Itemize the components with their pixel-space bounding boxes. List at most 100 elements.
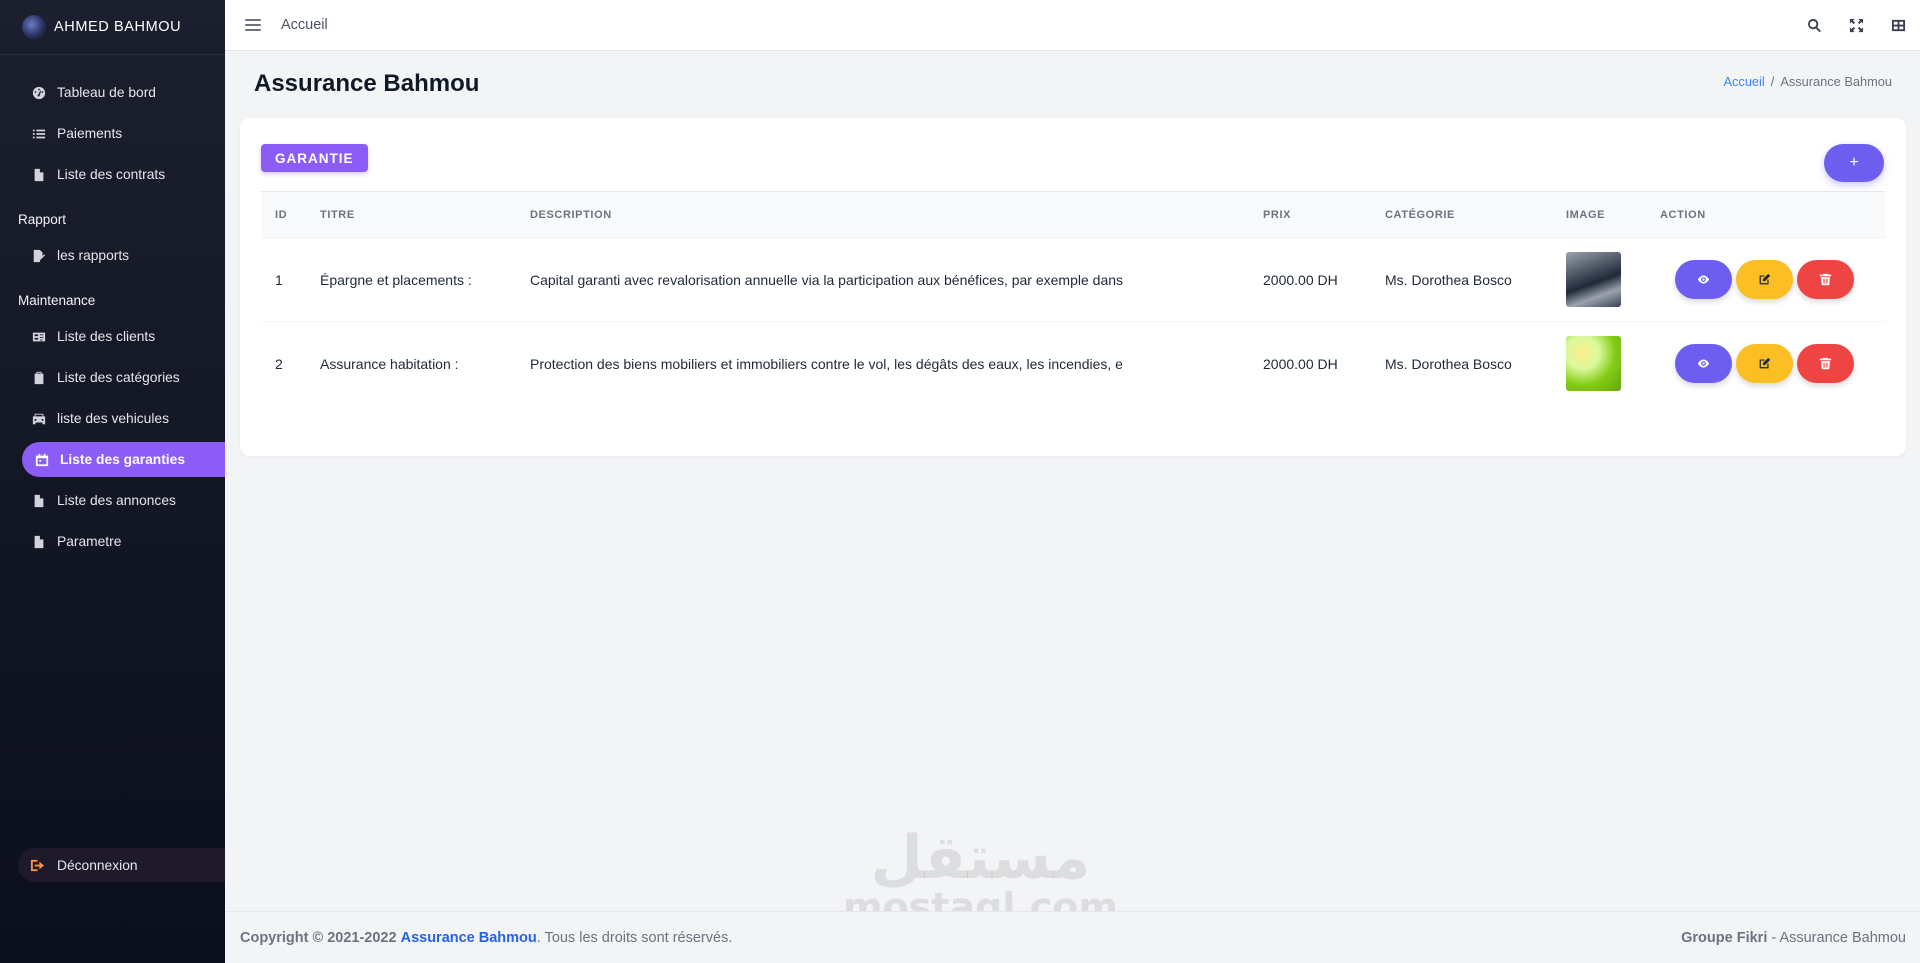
table-row: 2 Assurance habitation : Protection des … [261,322,1885,406]
view-button[interactable] [1675,344,1732,384]
footer: Copyright © 2021-2022 Assurance Bahmou. … [225,911,1920,963]
topbar-home-link[interactable]: Accueil [281,17,328,33]
sidebar-item-rapports[interactable]: les rapports [0,235,225,276]
eye-icon [1697,275,1710,284]
cell-titre: Assurance habitation : [320,355,459,372]
clipboard-icon [31,370,47,386]
garanties-table: ID TITRE DESCRIPTION PRIX CATÉGORIE IMAG… [261,191,1885,406]
cell-image [1552,237,1646,322]
topbar-actions [1804,0,1908,51]
column-header-description[interactable]: DESCRIPTION [516,191,1249,238]
cell-actions [1646,237,1885,322]
sidebar-item-label: Liste des catégories [57,370,180,385]
breadcrumb-home-link[interactable]: Accueil [1723,74,1764,89]
cell-image [1552,322,1646,406]
sidebar-item-parametre[interactable]: Parametre [0,521,225,562]
cell-categorie: Ms. Dorothea Bosco [1385,355,1512,372]
cell-description: Capital garanti avec revalorisation annu… [516,237,1249,322]
expand-icon[interactable] [1846,16,1866,36]
brand[interactable]: AHMED BAHMOU [0,0,225,55]
breadcrumb-current: Assurance Bahmou [1780,74,1892,89]
sidebar-item-paiements[interactable]: Paiements [0,113,225,154]
sidebar-item-label: les rapports [57,248,130,263]
card-badge: GARANTIE [261,144,368,172]
calendar-icon [34,452,50,468]
section-rapport: Rapport [18,212,67,227]
edit-button[interactable] [1736,260,1793,299]
house-thumbnail[interactable] [1566,336,1621,392]
brand-logo [22,15,46,39]
section-maintenance: Maintenance [18,293,96,308]
file-icon [31,534,47,550]
sidebar-item-label: liste des vehicules [57,411,169,426]
cell-prix: 2000.00 DH [1263,355,1338,372]
cell-categorie: Ms. Dorothea Bosco [1371,237,1552,322]
edit-button[interactable] [1736,344,1793,384]
column-header-id[interactable]: ID [261,191,306,238]
list-icon [31,126,47,142]
column-header-image[interactable]: IMAGE [1552,191,1646,238]
sidebar-item-label: Liste des clients [57,329,156,344]
breadcrumb-separator: / [1770,74,1775,89]
footer-rights: . Tous les droits sont réservés. [536,929,733,946]
column-header-categorie[interactable]: CATÉGORIE [1371,191,1552,238]
cell-titre: Épargne et placements : [306,237,516,322]
sidebar-item-contrats[interactable]: Liste des contrats [0,154,225,195]
sidebar-item-clients[interactable]: Liste des clients [0,316,225,357]
edit-icon [1759,358,1771,369]
topbar: Accueil [225,0,1920,51]
edit-icon [1759,273,1771,285]
page-title: Assurance Bahmou [254,70,480,97]
footer-copyright: Copyright © 2021-2022 [240,929,397,946]
delete-button[interactable] [1797,344,1854,384]
cell-prix: 2000.00 DH [1249,237,1371,322]
footer-right: Groupe Fikri - Assurance Bahmou [1681,930,1906,946]
column-header-action[interactable]: ACTION [1646,191,1885,238]
sidebar-item-label: Paiements [57,126,123,141]
sidebar-item-annonces[interactable]: Liste des annonces [0,480,225,521]
table-header-row: ID TITRE DESCRIPTION PRIX CATÉGORIE IMAG… [261,191,1885,238]
sidebar-item-label: Tableau de bord [57,85,156,100]
sidebar-item-label: Liste des annonces [57,493,176,508]
menu-toggle-icon[interactable] [245,19,261,31]
sidebar-item-label: Liste des garanties [60,452,185,467]
car-thumbnail[interactable] [1566,252,1621,307]
add-garantie-button[interactable]: + [1824,144,1884,182]
logout-label: Déconnexion [57,857,138,873]
logout-button[interactable]: Déconnexion [18,848,225,882]
trash-icon [1819,358,1832,370]
sidebar: AHMED BAHMOU Tableau de bord Paiements L… [0,0,225,963]
cell-id: 1 [261,237,306,322]
brand-name: AHMED BAHMOU [54,19,182,35]
sidebar-item-dashboard[interactable]: Tableau de bord [0,72,225,113]
delete-button[interactable] [1797,260,1854,299]
breadcrumb: Accueil / Assurance Bahmou [1723,74,1892,89]
column-header-prix[interactable]: PRIX [1249,191,1371,238]
sidebar-item-label: Liste des contrats [57,167,166,182]
dashboard-icon [31,85,47,101]
view-button[interactable] [1675,260,1732,299]
footer-company-link[interactable]: Assurance Bahmou [401,930,537,946]
car-icon [31,411,47,427]
sidebar-nav: Tableau de bord Paiements Liste des cont… [0,55,225,562]
search-icon[interactable] [1804,16,1824,36]
footer-group: Groupe Fikri [1681,929,1768,946]
file-icon [31,493,47,509]
column-header-titre[interactable]: TITRE [306,191,516,238]
footer-left: Copyright © 2021-2022 Assurance Bahmou. … [240,930,732,946]
sidebar-item-vehicules[interactable]: liste des vehicules [0,398,225,439]
garanties-card: GARANTIE + ID TITRE DESCRIPTION PRIX CAT… [240,118,1906,456]
grid-icon[interactable] [1888,16,1908,36]
table-row: 1 Épargne et placements : Capital garant… [261,237,1885,322]
report-icon [31,248,47,264]
cell-description: Protection des biens mobiliers et immobi… [530,355,1123,372]
trash-icon [1819,273,1832,286]
file-icon [31,167,47,183]
cell-actions [1646,322,1885,406]
sidebar-item-garanties[interactable]: Liste des garanties [22,442,225,477]
footer-right-suffix: - Assurance Bahmou [1767,929,1906,946]
watermark-arabic: مستقل [870,823,1091,893]
sidebar-item-categories[interactable]: Liste des catégories [0,357,225,398]
id-card-icon [31,329,47,345]
sidebar-item-label: Parametre [57,534,122,549]
